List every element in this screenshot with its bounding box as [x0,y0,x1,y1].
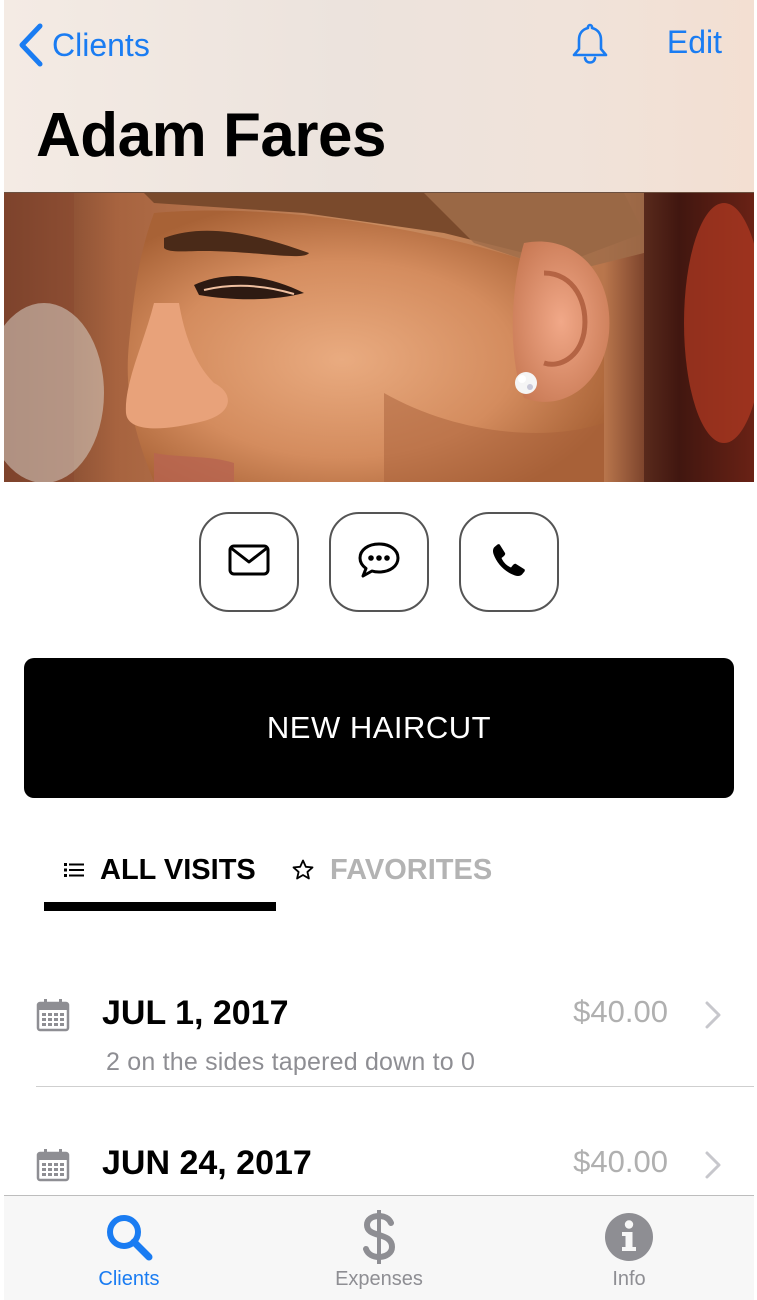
contact-actions [199,512,559,612]
visit-price: $40.00 [573,994,668,1029]
chevron-right-icon [704,1150,722,1185]
visit-date: JUL 1, 2017 [102,994,289,1032]
tab-favorites[interactable]: FAVORITES [292,840,492,900]
call-button[interactable] [459,512,559,612]
bell-icon [570,22,610,69]
visits-tabs: ALL VISITS FAVORITES [44,840,724,920]
visit-row[interactable]: JUN 24, 2017 $40.00 [4,1144,754,1195]
tabbar-clients[interactable]: Clients [4,1196,254,1300]
client-name: Adam Fares [36,101,386,170]
tab-favorites-label: FAVORITES [330,853,493,886]
tab-all-visits-label: ALL VISITS [100,853,256,886]
back-button-label: Clients [52,26,150,63]
active-tab-indicator [44,902,276,911]
list-icon [64,862,84,878]
visit-row[interactable]: JUL 1, 2017 $40.00 2 on the sides tapere… [4,994,754,1090]
divider [36,1086,754,1087]
calendar-icon [36,1148,70,1187]
back-button[interactable]: Clients [18,22,150,68]
visit-price: $40.00 [573,1144,668,1179]
navigation-header: Clients Edit Adam Fares [4,0,754,193]
calendar-icon [36,998,70,1037]
bottom-tab-bar: Clients Expenses Info [4,1195,754,1300]
chevron-right-icon [704,1000,722,1035]
email-button[interactable] [199,512,299,612]
client-photo [4,193,754,482]
message-button[interactable] [329,512,429,612]
client-detail-screen: Clients Edit Adam Fares NEW HAIRCUT ALL … [4,0,754,1300]
chat-bubble-icon [357,541,401,584]
tabbar-expenses[interactable]: Expenses [254,1196,504,1300]
info-icon [504,1208,754,1266]
edit-button[interactable]: Edit [667,24,722,61]
star-icon [292,859,314,881]
tab-all-visits[interactable]: ALL VISITS [64,840,256,900]
reminder-button[interactable] [568,22,612,68]
envelope-icon [228,544,270,581]
visit-note: 2 on the sides tapered down to 0 [106,1048,476,1076]
chevron-left-icon [18,23,44,67]
tabbar-info-label: Info [612,1268,646,1290]
tabbar-clients-label: Clients [98,1268,160,1290]
new-haircut-button[interactable]: NEW HAIRCUT [24,658,734,798]
dollar-icon [254,1208,504,1266]
tabbar-info[interactable]: Info [504,1196,754,1300]
tabbar-expenses-label: Expenses [335,1268,423,1290]
search-icon [4,1208,254,1266]
visit-date: JUN 24, 2017 [102,1144,312,1182]
phone-icon [492,543,526,582]
